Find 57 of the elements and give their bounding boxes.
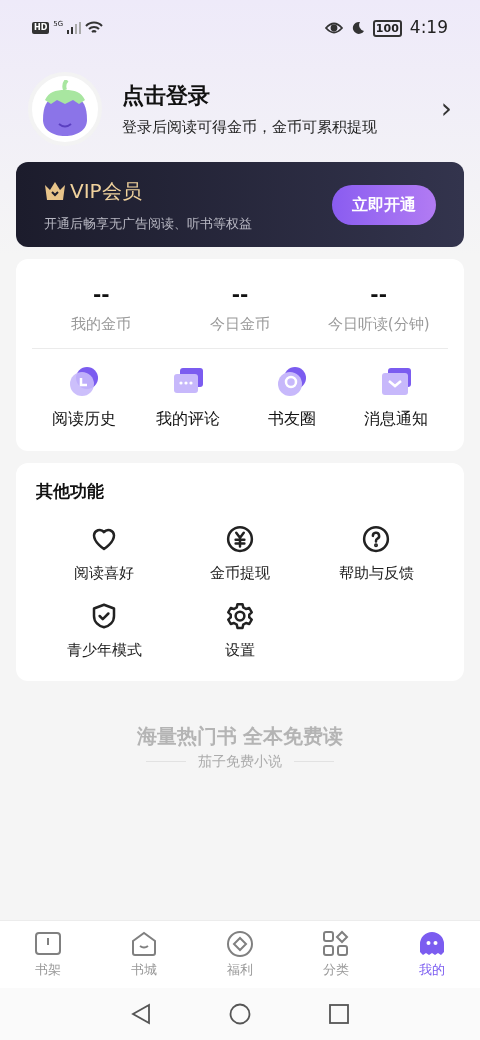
stat-value: --	[370, 281, 387, 308]
hd-indicator: HD	[32, 22, 50, 34]
shortcut-label: 我的评论	[156, 407, 220, 430]
activate-button[interactable]: 立即开通	[332, 184, 436, 225]
app-name: 茄子免费小说	[198, 752, 282, 771]
ghost-icon	[418, 929, 446, 958]
yen-coin-icon	[225, 524, 255, 554]
eggplant-avatar-icon	[41, 80, 89, 138]
login-title[interactable]: 点击登录	[122, 79, 421, 113]
crown-icon	[44, 180, 66, 201]
book-icon	[34, 929, 62, 958]
shortcut-item[interactable]: 书友圈	[240, 364, 344, 431]
moon-icon	[350, 21, 365, 35]
stat-value: --	[231, 281, 249, 308]
login-subtitle: 登录后阅读可得金币，金币可累积提现	[122, 117, 378, 139]
vip-title: VIP会员	[70, 177, 142, 205]
function-label: 设置	[225, 639, 255, 661]
home-icon[interactable]	[229, 1003, 251, 1025]
vip-subtitle: 开通后畅享无广告阅读、听书等权益	[44, 214, 252, 233]
shortcut-item[interactable]: 我的评论	[136, 364, 240, 431]
function-item[interactable]: 帮助与反馈	[308, 524, 444, 585]
shortcut-label: 阅读历史	[52, 407, 116, 430]
function-label: 阅读喜好	[74, 563, 134, 584]
eye-icon	[324, 22, 343, 34]
wifi-icon	[85, 21, 104, 35]
ring-icon	[275, 364, 309, 399]
stat-label: 今日金币	[210, 314, 270, 335]
function-item[interactable]: 青少年模式	[36, 600, 172, 661]
grid-icon	[322, 929, 350, 958]
coin-icon	[226, 929, 254, 958]
shortcut-label: 消息通知	[364, 407, 428, 430]
battery-indicator: 100	[372, 19, 402, 37]
signal-icon	[67, 22, 82, 34]
slogan: 海量热门书 全本免费读	[136, 723, 344, 750]
function-item[interactable]: 阅读喜好	[36, 524, 172, 585]
back-icon[interactable]	[131, 1003, 151, 1025]
function-label: 青少年模式	[66, 639, 142, 661]
clock-time: 4:19	[409, 16, 448, 40]
function-label: 金币提现	[210, 563, 270, 584]
vip-banner[interactable]: VIP会员 开通后畅享无广告阅读、听书等权益 立即开通	[16, 162, 464, 247]
section-title: 其他功能	[36, 479, 105, 503]
shortcut-item[interactable]: 消息通知	[344, 364, 448, 431]
shortcut-label: 书友圈	[268, 407, 316, 430]
function-label: 帮助与反馈	[338, 563, 414, 584]
clock-icon	[67, 364, 101, 399]
house-icon	[130, 929, 158, 958]
tab[interactable]: 我的	[384, 921, 480, 988]
stat-label: 今日听读(分钟)	[327, 314, 430, 335]
chevron-icon[interactable]: ›	[440, 95, 452, 123]
stat-label: 我的金币	[71, 314, 132, 335]
shortcut-item[interactable]: 阅读历史	[32, 364, 136, 431]
function-item[interactable]: 设置	[172, 600, 308, 661]
recents-icon[interactable]	[329, 1004, 349, 1024]
settings-icon	[225, 600, 255, 631]
stat-value: --	[93, 281, 110, 308]
help-icon	[361, 524, 391, 554]
function-item[interactable]: 金币提现	[172, 524, 308, 585]
